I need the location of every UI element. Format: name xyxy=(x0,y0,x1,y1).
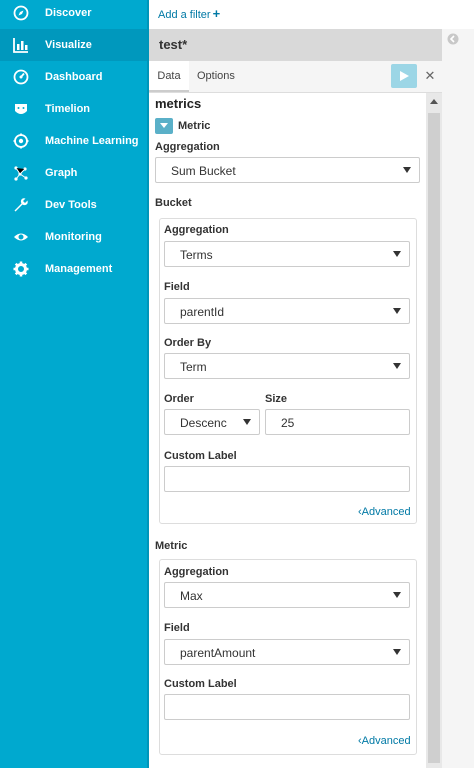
bucket-custom-label-input[interactable] xyxy=(164,466,410,492)
order-select[interactable]: Descenc xyxy=(164,409,260,435)
metric-aggregation-label: Aggregation xyxy=(164,566,229,578)
scrollbar-thumb[interactable] xyxy=(428,113,440,763)
metrics-heading: metrics xyxy=(155,96,202,111)
bucket-aggregation-value: Terms xyxy=(180,248,213,262)
visualization-canvas xyxy=(442,29,474,768)
metric-aggregation-value: Max xyxy=(180,589,203,603)
apply-changes-button[interactable] xyxy=(391,64,417,88)
bucket-field-select[interactable]: parentId xyxy=(164,298,410,324)
select-caret-icon xyxy=(393,251,401,257)
size-label: Size xyxy=(265,393,288,405)
play-icon xyxy=(400,71,409,81)
graph-icon xyxy=(12,164,30,182)
metric-toggle-label: Metric xyxy=(178,120,211,132)
nav-label: Dashboard xyxy=(45,71,103,83)
discard-changes-button[interactable]: ✕ xyxy=(421,64,439,88)
bucket-advanced-link[interactable]: ‹Advanced xyxy=(358,506,411,518)
metric-field-label: Field xyxy=(164,622,190,634)
nav-label: Visualize xyxy=(45,39,92,51)
select-caret-icon xyxy=(393,592,401,598)
nav-label: Graph xyxy=(45,167,78,179)
order-by-select[interactable]: Term xyxy=(164,353,410,379)
editor-tabs: Data Options ✕ xyxy=(149,61,442,93)
aggregation-select[interactable]: Sum Bucket xyxy=(155,157,420,183)
bucket-aggregation-select[interactable]: Terms xyxy=(164,241,410,267)
select-caret-icon xyxy=(393,363,401,369)
nav-label: Machine Learning xyxy=(45,135,139,147)
sidebar: Discover Visualize Dashboard Timelion Ma… xyxy=(0,0,149,768)
nav-graph[interactable]: Graph xyxy=(0,157,149,189)
nav-label: Monitoring xyxy=(45,231,102,243)
metric-aggregation-select[interactable]: Max xyxy=(164,582,410,608)
dashboard-icon xyxy=(12,68,30,86)
eye-icon xyxy=(12,228,30,246)
bar-chart-icon xyxy=(12,36,30,54)
filter-bar: Add a filter + xyxy=(149,0,474,29)
nav-label: Dev Tools xyxy=(45,199,97,211)
metric-advanced-link[interactable]: ‹Advanced xyxy=(358,735,411,747)
metric-custom-label-label: Custom Label xyxy=(164,678,237,690)
compass-icon xyxy=(12,4,30,22)
metric-field-value: parentAmount xyxy=(180,646,256,660)
nav-label: Timelion xyxy=(45,103,91,115)
order-by-label: Order By xyxy=(164,337,212,349)
nav-machine-learning[interactable]: Machine Learning xyxy=(0,125,149,157)
aggregation-select-value: Sum Bucket xyxy=(171,164,236,178)
nav-monitoring[interactable]: Monitoring xyxy=(0,221,149,253)
size-value: 25 xyxy=(281,416,295,430)
aggregation-label: Aggregation xyxy=(155,141,220,153)
size-input[interactable]: 25 xyxy=(265,409,410,435)
nav-timelion[interactable]: Timelion xyxy=(0,93,149,125)
select-caret-icon xyxy=(243,419,251,425)
close-icon: ✕ xyxy=(424,68,436,83)
select-caret-icon xyxy=(393,308,401,314)
tab-options[interactable]: Options xyxy=(197,70,235,82)
nav-dashboard[interactable]: Dashboard xyxy=(0,61,149,93)
order-label: Order xyxy=(164,393,194,405)
bucket-field-label: Field xyxy=(164,281,190,293)
add-filter-label: Add a filter xyxy=(158,9,211,21)
scroll-up-icon[interactable] xyxy=(430,98,438,106)
visualization-title: test* xyxy=(159,37,188,52)
metric-custom-label-input[interactable] xyxy=(164,694,410,720)
select-caret-icon xyxy=(393,649,401,655)
nav-visualize[interactable]: Visualize xyxy=(0,29,149,61)
advanced-label: Advanced xyxy=(361,735,411,747)
caret-down-icon xyxy=(160,123,168,128)
add-filter-link[interactable]: Add a filter + xyxy=(158,6,220,21)
order-by-value: Term xyxy=(180,360,207,374)
select-caret-icon xyxy=(403,167,411,173)
nav-label: Discover xyxy=(45,7,92,19)
metric-heading: Metric xyxy=(155,540,188,552)
wrench-icon xyxy=(12,196,30,214)
plus-icon: + xyxy=(212,6,221,21)
gear-icon xyxy=(12,260,30,278)
timelion-icon xyxy=(12,100,30,118)
collapse-sidebar-icon[interactable] xyxy=(447,33,459,45)
visualization-title-bar: test* xyxy=(149,29,442,61)
nav-label: Management xyxy=(45,263,113,275)
bucket-heading: Bucket xyxy=(155,197,192,209)
advanced-label: Advanced xyxy=(361,506,411,518)
metric-toggle-button[interactable] xyxy=(155,118,173,134)
bucket-custom-label-label: Custom Label xyxy=(164,450,237,462)
nav-discover[interactable]: Discover xyxy=(0,0,149,29)
bucket-field-value: parentId xyxy=(180,305,225,319)
nav-management[interactable]: Management xyxy=(0,253,149,285)
metric-field-select[interactable]: parentAmount xyxy=(164,639,410,665)
sidebar-edge xyxy=(147,0,149,768)
machine-learning-icon xyxy=(12,132,30,150)
nav-dev-tools[interactable]: Dev Tools xyxy=(0,189,149,221)
tab-data[interactable]: Data xyxy=(149,61,189,92)
order-value: Descenc xyxy=(180,416,227,430)
bucket-aggregation-label: Aggregation xyxy=(164,224,229,236)
